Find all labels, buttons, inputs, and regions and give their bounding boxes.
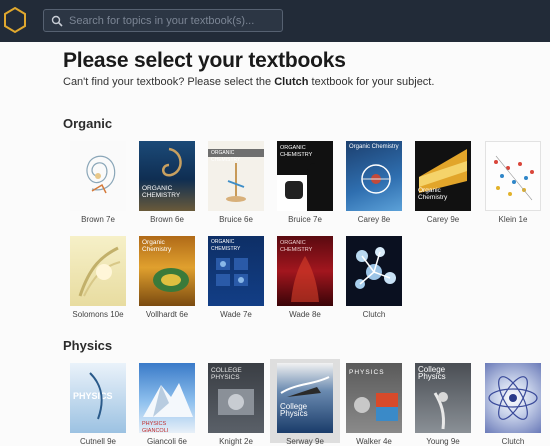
- cover-title: Organic Chemistry: [418, 187, 448, 201]
- search-input[interactable]: [69, 14, 269, 27]
- book-cover: [346, 236, 402, 306]
- cover-title: PHYSICS GIANCOLI: [142, 421, 169, 433]
- book-label: Brown 6e: [150, 215, 184, 224]
- textbook-card[interactable]: PHYSICS Cutnell 9e: [63, 363, 133, 446]
- textbook-card[interactable]: ORGANIC CHEMISTRY Wade 8e: [270, 236, 340, 319]
- book-label: Bruice 6e: [219, 215, 253, 224]
- book-cover: ORGANIC CHEMISTRY: [208, 141, 264, 211]
- cover-title: College Physics: [280, 402, 308, 418]
- book-cover: PHYSICS: [70, 363, 126, 433]
- book-label: Klein 1e: [498, 215, 528, 224]
- textbook-card[interactable]: Organic Chemistry Vollhardt 6e: [132, 236, 202, 319]
- textbook-card[interactable]: ORGANIC CHEMISTRY Brown 6e: [132, 141, 202, 224]
- search-icon: [51, 15, 63, 27]
- textbook-card[interactable]: Organic Chemistry Carey 9e: [408, 141, 478, 224]
- section-heading-physics: Physics: [63, 338, 113, 353]
- book-label: Young 9e: [426, 437, 460, 446]
- book-label: Walker 4e: [356, 437, 392, 446]
- textbook-card[interactable]: Clutch: [339, 236, 409, 319]
- book-cover: Organic Chemistry: [346, 141, 402, 211]
- textbook-card[interactable]: ORGANIC CHEMISTRY Wade 7e: [201, 236, 271, 319]
- book-label: Knight 2e: [219, 437, 253, 446]
- book-label: Clutch: [362, 310, 386, 319]
- book-cover: College Physics: [415, 363, 471, 433]
- book-label: Wade 7e: [220, 310, 252, 319]
- book-label: Carey 9e: [426, 215, 460, 224]
- textbook-card[interactable]: COLLEGE PHYSICS Knight 2e: [201, 363, 271, 446]
- top-bar: [0, 0, 550, 42]
- book-label: Brown 7e: [81, 215, 115, 224]
- book-label: Wade 8e: [289, 310, 321, 319]
- page-subtitle: Can't find your textbook? Please select …: [63, 76, 434, 88]
- book-cover: ORGANIC CHEMISTRY: [277, 141, 333, 211]
- book-label: Solomons 10e: [72, 310, 124, 319]
- book-cover: Organic Chemistry: [139, 236, 195, 306]
- textbook-card[interactable]: Solomons 10e: [63, 236, 133, 319]
- textbook-card[interactable]: Klein 1e: [478, 141, 548, 224]
- book-label: Bruice 7e: [288, 215, 322, 224]
- book-label: Giancoli 6e: [146, 437, 188, 446]
- book-cover: ORGANIC CHEMISTRY: [139, 141, 195, 211]
- book-cover: PHYSICS GIANCOLI: [139, 363, 195, 433]
- subtitle-text: Can't find your textbook? Please select …: [63, 76, 275, 88]
- book-label: Cutnell 9e: [79, 437, 117, 446]
- textbook-card[interactable]: ORGANIC CHEMISTRY Bruice 7e: [270, 141, 340, 224]
- book-cover: College Physics: [277, 363, 333, 433]
- textbook-card[interactable]: Clutch: [478, 363, 548, 446]
- clutch-logo-icon[interactable]: [0, 3, 32, 39]
- book-label: Vollhardt 6e: [145, 310, 189, 319]
- textbook-card[interactable]: PHYSICS Walker 4e: [339, 363, 409, 446]
- cover-title: ORGANIC CHEMISTRY: [280, 145, 313, 158]
- section-heading-organic: Organic: [63, 116, 113, 131]
- cover-title: ORGANIC CHEMISTRY: [142, 185, 181, 199]
- subtitle-text-end: textbook for your subject.: [308, 76, 435, 88]
- book-cover: [70, 236, 126, 306]
- textbook-card[interactable]: PHYSICS GIANCOLI Giancoli 6e: [132, 363, 202, 446]
- book-cover: [485, 363, 541, 433]
- book-label: Carey 8e: [357, 215, 391, 224]
- textbook-card[interactable]: College Physics Young 9e: [408, 363, 478, 446]
- book-label: Clutch: [501, 437, 525, 446]
- book-cover: COLLEGE PHYSICS: [208, 363, 264, 433]
- textbook-card[interactable]: Organic Chemistry Carey 8e: [339, 141, 409, 224]
- textbook-card[interactable]: Brown 7e: [63, 141, 133, 224]
- textbook-card[interactable]: ORGANIC CHEMISTRY Bruice 6e: [201, 141, 271, 224]
- book-label: Serway 9e: [286, 437, 324, 446]
- book-cover: PHYSICS: [346, 363, 402, 433]
- book-cover: ORGANIC CHEMISTRY: [277, 236, 333, 306]
- book-cover: [70, 141, 126, 211]
- textbook-card-selected[interactable]: College Physics Serway 9e: [270, 359, 340, 446]
- book-cover: ORGANIC CHEMISTRY: [208, 236, 264, 306]
- search-box[interactable]: [43, 9, 283, 32]
- book-cover: [485, 141, 541, 211]
- book-cover: Organic Chemistry: [415, 141, 471, 211]
- page-title: Please select your textbooks: [63, 49, 346, 72]
- subtitle-clutch: Clutch: [274, 76, 309, 88]
